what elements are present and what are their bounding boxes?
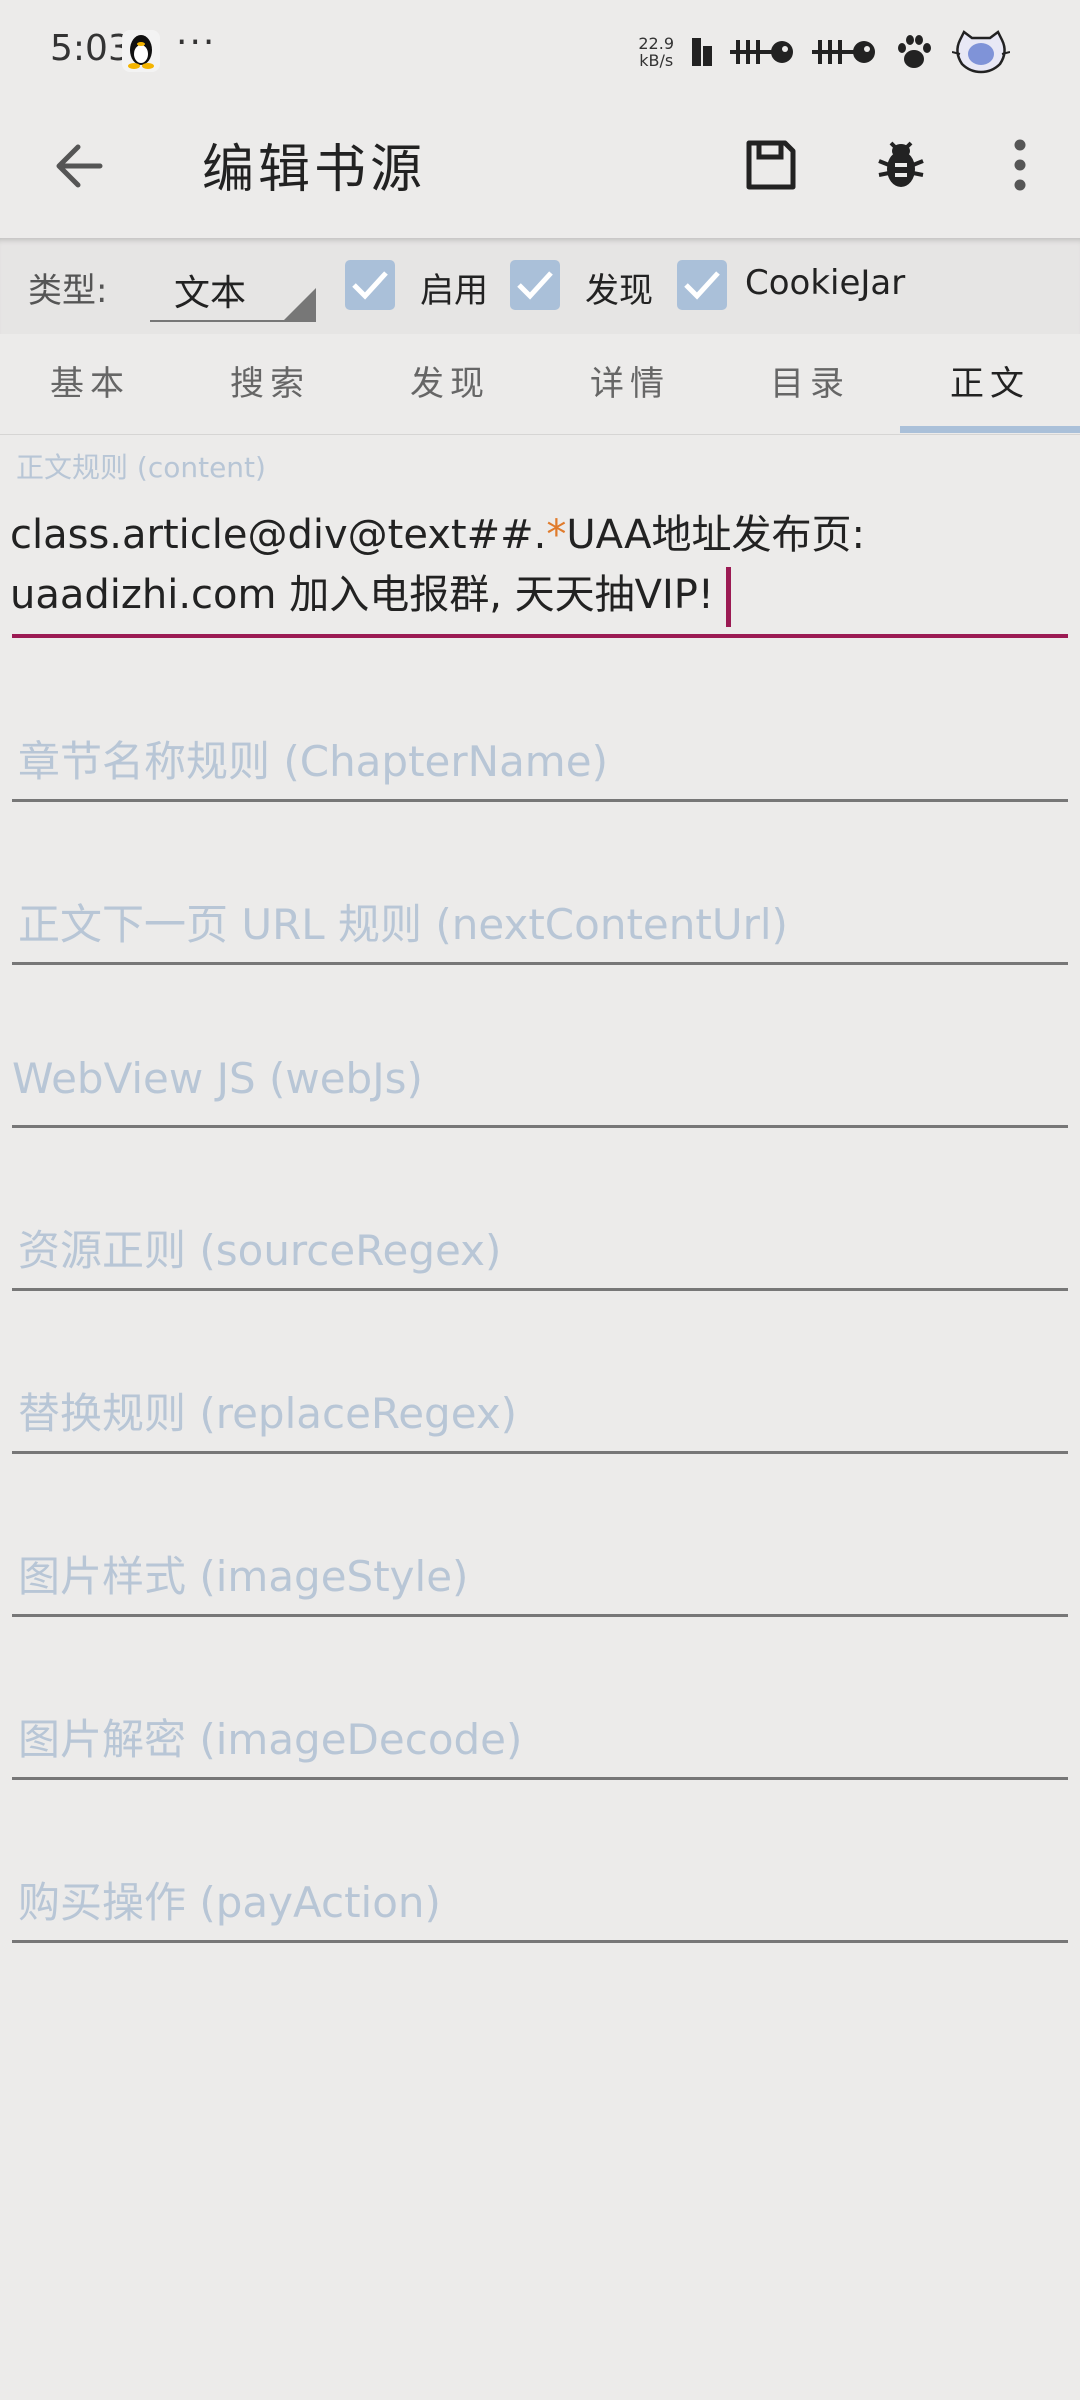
content-rule-line-2: uaadizhi.com 加入电报群, 天天抽VIP! <box>10 565 1060 627</box>
webjs-field[interactable]: WebView JS (webJs) <box>12 1046 1068 1128</box>
type-label: 类型: <box>28 271 108 311</box>
more-vert-icon <box>1014 139 1026 191</box>
type-options-row: 类型: 文本 启用 发现 CookieJar <box>0 238 1080 334</box>
tab-discover[interactable]: 发现 <box>360 334 540 434</box>
tab-content[interactable]: 正文 <box>900 334 1080 434</box>
type-select[interactable]: 文本 <box>150 250 316 322</box>
discover-checkbox-label: 发现 <box>585 271 653 311</box>
content-rule-input[interactable]: class.article@div@text##.*UAA地址发布页: uaad… <box>10 505 1060 627</box>
check-icon <box>517 271 553 300</box>
pay-action-field[interactable]: 购买操作 (payAction) <box>12 1861 1068 1943</box>
content-rule-highlight: * <box>546 512 567 558</box>
replace-regex-underline <box>12 1451 1068 1454</box>
source-regex-field[interactable]: 资源正则 (sourceRegex) <box>12 1209 1068 1291</box>
cat-battery-icon <box>952 30 1010 74</box>
cookiejar-checkbox-label: CookieJar <box>745 263 906 303</box>
image-style-placeholder: 图片样式 (imageStyle) <box>18 1552 469 1601</box>
image-decode-field[interactable]: 图片解密 (imageDecode) <box>12 1698 1068 1780</box>
net-speed: 22.9 kB/s <box>638 35 674 69</box>
chapter-name-placeholder: 章节名称规则 (ChapterName) <box>18 737 608 786</box>
section-tabs: 基本 搜索 发现 详情 目录 正文 <box>0 334 1080 435</box>
overflow-menu-button[interactable] <box>1000 129 1040 201</box>
debug-button[interactable] <box>868 129 934 201</box>
fishbone-wifi-icon <box>730 40 793 64</box>
replace-regex-placeholder: 替换规则 (replaceRegex) <box>18 1389 518 1438</box>
tab-basic[interactable]: 基本 <box>0 334 180 434</box>
enable-checkbox-label: 启用 <box>420 271 488 311</box>
pay-action-placeholder: 购买操作 (payAction) <box>18 1878 441 1927</box>
tab-detail[interactable]: 详情 <box>540 334 720 434</box>
tab-search[interactable]: 搜索 <box>180 334 360 434</box>
chapter-name-underline <box>12 799 1068 802</box>
check-icon <box>684 271 720 300</box>
content-rule-label: 正文规则 (content) <box>16 451 266 484</box>
pay-action-underline <box>12 1940 1068 1943</box>
discover-checkbox[interactable] <box>510 260 560 310</box>
status-more-indicator: ··· <box>176 22 217 63</box>
status-time: 5:03 <box>50 28 131 69</box>
image-style-field[interactable]: 图片样式 (imageStyle) <box>12 1535 1068 1617</box>
page-title: 编辑书源 <box>202 140 427 200</box>
tab-active-indicator <box>900 426 1080 433</box>
paw-icon <box>898 35 931 68</box>
dropdown-triangle-icon <box>284 288 316 320</box>
image-decode-underline <box>12 1777 1068 1780</box>
content-rule-text-c: uaadizhi.com 加入电报群, 天天抽VIP! <box>10 572 714 618</box>
webjs-underline <box>12 1125 1068 1128</box>
back-button[interactable] <box>44 131 114 201</box>
signal-bars-icon <box>692 38 712 66</box>
save-icon <box>746 140 796 190</box>
type-select-value: 文本 <box>174 273 247 314</box>
image-style-underline <box>12 1614 1068 1617</box>
net-speed-unit: kB/s <box>639 51 674 70</box>
text-cursor <box>725 567 731 627</box>
next-content-url-underline <box>12 962 1068 965</box>
status-bar: 5:03 ··· 22.9 kB/s <box>0 0 1080 105</box>
qq-penguin-icon <box>122 30 160 72</box>
next-content-url-placeholder: 正文下一页 URL 规则 (nextContentUrl) <box>18 900 788 949</box>
next-content-url-field[interactable]: 正文下一页 URL 规则 (nextContentUrl) <box>12 883 1068 965</box>
bug-icon <box>878 141 924 187</box>
arrow-back-icon <box>56 144 103 188</box>
cookiejar-checkbox[interactable] <box>677 260 727 310</box>
check-icon <box>352 271 388 300</box>
net-speed-value: 22.9 <box>638 34 674 53</box>
enable-checkbox[interactable] <box>345 260 395 310</box>
webjs-placeholder: WebView JS (webJs) <box>12 1054 423 1103</box>
tab-toc[interactable]: 目录 <box>720 334 900 434</box>
chapter-name-field[interactable]: 章节名称规则 (ChapterName) <box>12 720 1068 802</box>
fishbone-signal-icon <box>812 40 875 64</box>
content-rule-text-b: UAA地址发布页: <box>566 512 865 558</box>
content-rule-text-a: class.article@div@text##. <box>10 512 547 558</box>
status-right-icons: 22.9 kB/s <box>638 26 1010 78</box>
replace-regex-field[interactable]: 替换规则 (replaceRegex) <box>12 1372 1068 1454</box>
source-regex-placeholder: 资源正则 (sourceRegex) <box>18 1226 502 1275</box>
image-decode-placeholder: 图片解密 (imageDecode) <box>18 1715 523 1764</box>
app-bar: 编辑书源 <box>0 105 1080 238</box>
content-rule-line-1: class.article@div@text##.*UAA地址发布页: <box>10 505 1060 565</box>
save-button[interactable] <box>738 129 804 201</box>
content-rule-underline <box>12 634 1068 638</box>
source-regex-underline <box>12 1288 1068 1291</box>
